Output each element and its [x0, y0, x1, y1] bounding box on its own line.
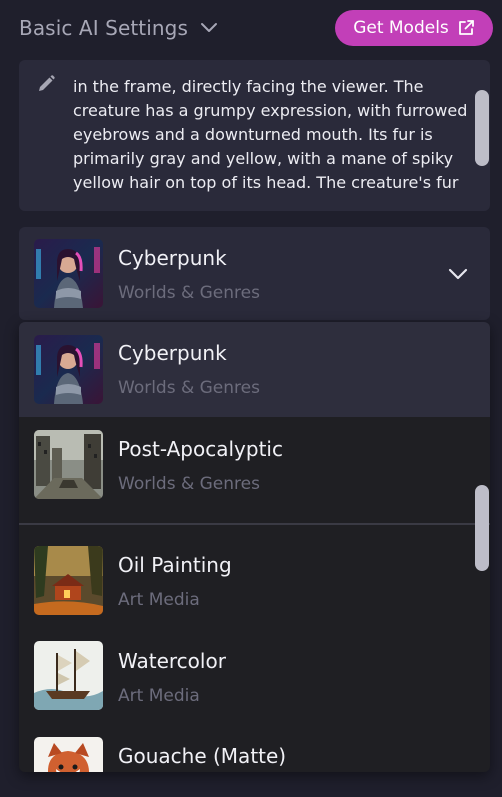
- cyberpunk-thumbnail: [34, 239, 103, 308]
- list-item-category: Worlds & Genres: [118, 378, 260, 398]
- list-item[interactable]: Gouache (Matte): [19, 717, 490, 772]
- get-models-label: Get Models: [353, 18, 449, 38]
- list-item-name: Post-Apocalyptic: [118, 437, 283, 461]
- list-item[interactable]: Post-Apocalyptic Worlds & Genres: [19, 417, 490, 522]
- dropdown-scrollbar[interactable]: [475, 485, 489, 571]
- post-apocalyptic-thumbnail: [34, 430, 103, 499]
- cyberpunk-thumbnail: [34, 335, 103, 404]
- ai-settings-panel: Basic AI Settings Get Models in the fram…: [0, 0, 502, 797]
- pencil-icon: [39, 75, 55, 91]
- style-dropdown-list: Cyberpunk Worlds & Genres Post-Apocalypt…: [19, 322, 490, 772]
- list-item-name: Gouache (Matte): [118, 744, 287, 768]
- prompt-scrollbar[interactable]: [475, 90, 489, 166]
- list-item-category: Art Media: [118, 590, 200, 610]
- list-item-category: Art Media: [118, 686, 200, 706]
- list-item-name: Cyberpunk: [118, 341, 227, 365]
- list-item[interactable]: Oil Painting Art Media: [19, 525, 490, 621]
- selected-style-name: Cyberpunk: [118, 246, 227, 270]
- settings-title-toggle[interactable]: Basic AI Settings: [19, 16, 218, 40]
- list-item-category: Worlds & Genres: [118, 474, 260, 494]
- prompt-text: in the frame, directly facing the viewer…: [73, 77, 468, 192]
- watercolor-thumbnail: [34, 641, 103, 710]
- list-item[interactable]: Cyberpunk Worlds & Genres: [19, 322, 490, 417]
- external-link-icon: [458, 20, 474, 35]
- gouache-thumbnail: [34, 737, 103, 772]
- oil-painting-thumbnail: [34, 546, 103, 615]
- list-item[interactable]: Watercolor Art Media: [19, 621, 490, 717]
- list-item-name: Oil Painting: [118, 553, 232, 577]
- panel-header: Basic AI Settings Get Models: [0, 0, 502, 58]
- page-title: Basic AI Settings: [19, 16, 188, 40]
- chevron-down-icon[interactable]: [448, 267, 468, 281]
- selected-style-category: Worlds & Genres: [118, 283, 260, 303]
- get-models-button[interactable]: Get Models: [335, 10, 493, 46]
- list-item-name: Watercolor: [118, 649, 226, 673]
- chevron-down-icon: [200, 23, 217, 32]
